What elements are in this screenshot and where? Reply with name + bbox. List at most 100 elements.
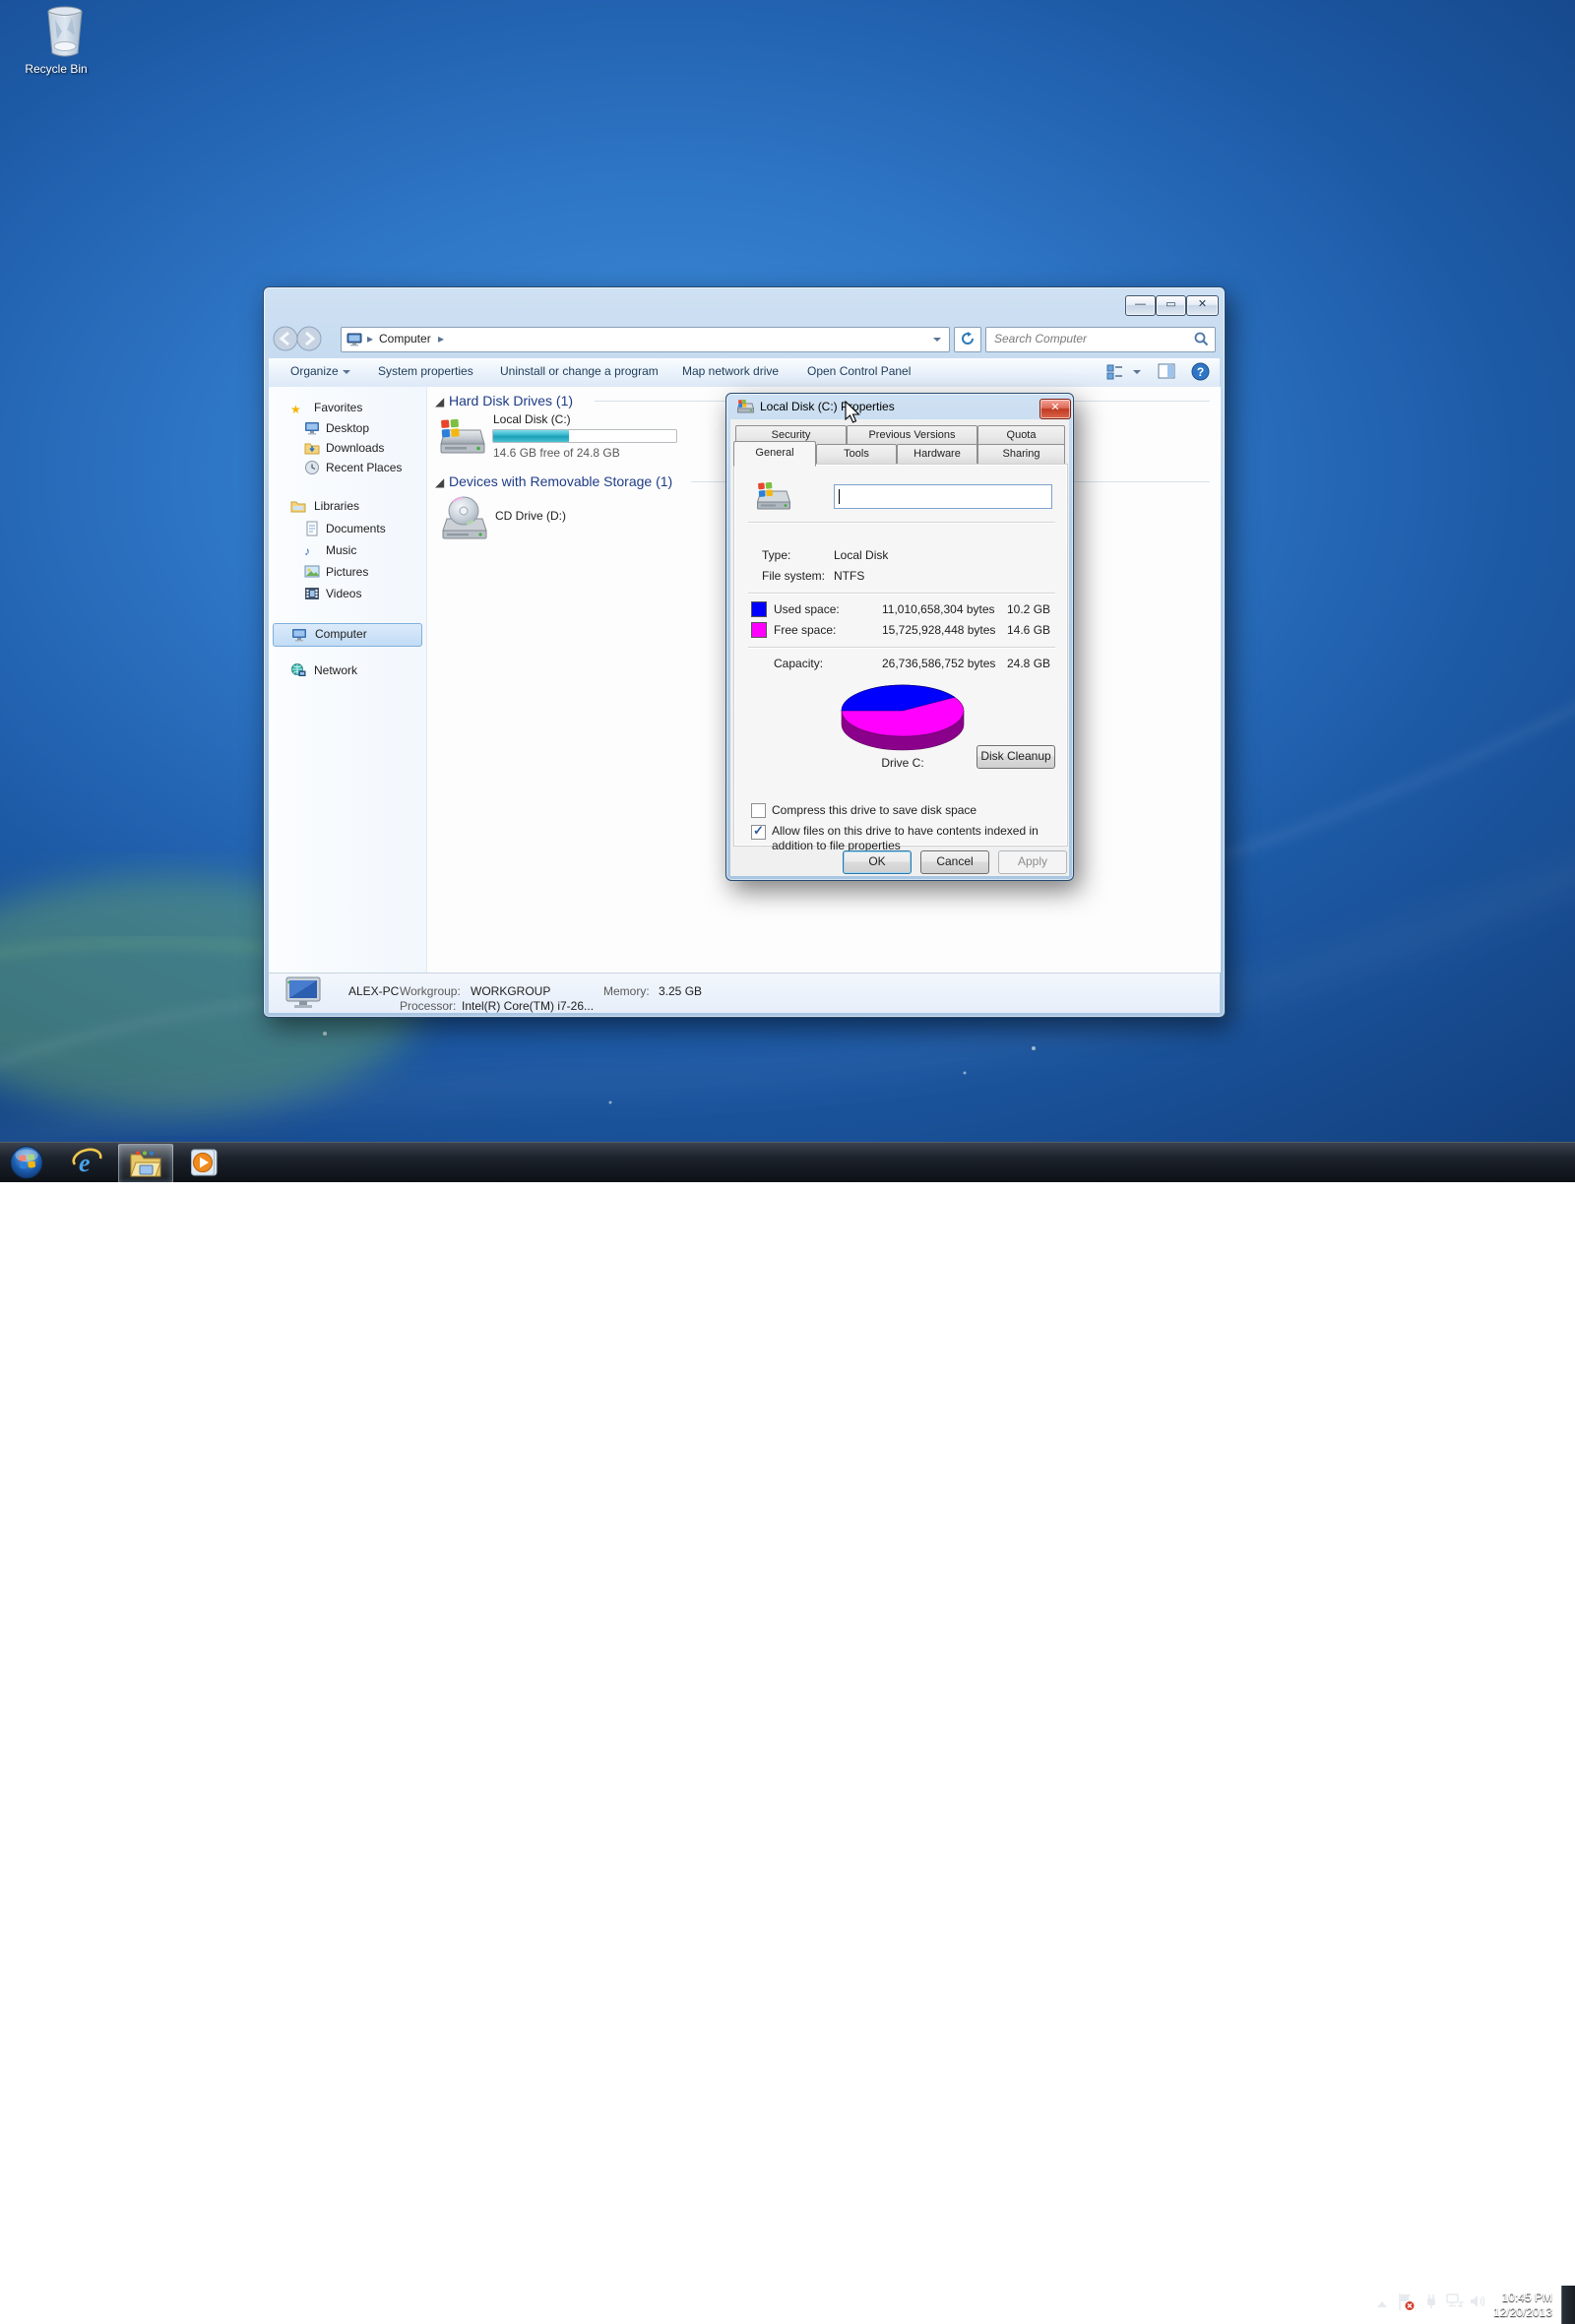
compress-checkbox[interactable] [751, 803, 766, 818]
sidebar-item-videos[interactable]: Videos [269, 584, 431, 603]
capacity-label: Capacity: [774, 657, 823, 670]
computer-large-icon [284, 975, 324, 1012]
tab-quota[interactable]: Quota [977, 425, 1065, 446]
breadcrumb[interactable]: Computer [379, 332, 431, 345]
index-checkbox[interactable] [751, 825, 766, 840]
volume-label-field[interactable] [834, 484, 1052, 509]
sidebar-item-recent-places[interactable]: Recent Places [269, 458, 431, 477]
sidebar-item-favorites[interactable]: ★ Favorites [269, 398, 431, 417]
filesystem-value: NTFS [834, 569, 864, 583]
ok-button[interactable]: OK [843, 850, 912, 874]
open-control-panel-button[interactable]: Open Control Panel [799, 361, 918, 381]
sidebar-item-documents[interactable]: Documents [269, 519, 431, 538]
maximize-button[interactable]: ▭ [1156, 295, 1186, 316]
drive-small-icon [737, 400, 754, 414]
free-space-label: Free space: [774, 623, 836, 637]
dialog-title: Local Disk (C:) Properties [760, 400, 895, 413]
document-icon [304, 521, 320, 536]
recycle-bin-label: Recycle Bin [14, 62, 98, 76]
cd-drive-name: CD Drive (D:) [495, 509, 566, 523]
organize-button[interactable]: Organize [283, 361, 358, 381]
type-value: Local Disk [834, 548, 888, 562]
forward-button[interactable] [296, 326, 322, 354]
forward-icon [296, 326, 322, 351]
sidebar-item-music[interactable]: ♪ Music [269, 540, 431, 560]
tab-previous-versions[interactable]: Previous Versions [847, 425, 977, 446]
drive-icon [756, 482, 791, 512]
clock-time: 10:45 PM [1472, 2291, 1552, 2305]
cd-drive-item[interactable]: CD Drive (D:) [437, 493, 732, 544]
free-space-bytes: 15,725,928,448 bytes [882, 623, 995, 637]
capacity-size: 24.8 GB [1007, 657, 1050, 670]
tab-hardware[interactable]: Hardware [897, 444, 977, 465]
downloads-folder-icon [304, 440, 320, 456]
tab-tools[interactable]: Tools [816, 444, 897, 465]
sidebar-item-pictures[interactable]: Pictures [269, 562, 431, 582]
cancel-button[interactable]: Cancel [920, 850, 989, 874]
taskbar-clock[interactable]: 10:45 PM 12/20/2013 [1472, 2291, 1552, 2320]
computer-icon [346, 332, 362, 347]
taskbar-ie-button[interactable]: e [63, 1144, 112, 1181]
taskbar-explorer-button[interactable] [118, 1144, 173, 1183]
cd-drive-icon [439, 493, 488, 542]
group-header-removable[interactable]: Devices with Removable Storage (1) [449, 473, 672, 489]
group-collapse-icon[interactable]: ◢ [435, 395, 444, 408]
index-label: Allow files on this drive to have conten… [772, 824, 1057, 853]
compress-label: Compress this drive to save disk space [772, 803, 976, 817]
uninstall-program-button[interactable]: Uninstall or change a program [492, 361, 666, 381]
power-plug-icon[interactable] [1422, 2293, 1440, 2310]
taskbar: e 10: [0, 1142, 1575, 1182]
processor-value: Intel(R) Core(TM) i7-26... [462, 999, 594, 1013]
libraries-icon [290, 498, 306, 514]
system-properties-button[interactable]: System properties [370, 361, 481, 381]
recycle-bin-icon [42, 6, 88, 57]
taskbar-media-player-button[interactable] [179, 1144, 228, 1181]
tab-general[interactable]: General [733, 441, 816, 467]
sidebar-item-libraries[interactable]: Libraries [269, 496, 431, 516]
search-box[interactable]: Search Computer [985, 327, 1216, 352]
media-player-icon [188, 1147, 220, 1178]
view-dropdown-icon[interactable] [1133, 370, 1141, 374]
close-button[interactable]: ✕ [1186, 295, 1219, 316]
show-desktop-button[interactable] [1561, 2286, 1575, 2324]
preview-pane-icon[interactable] [1158, 363, 1175, 379]
dialog-close-button[interactable]: ✕ [1040, 399, 1071, 419]
back-button[interactable] [273, 326, 298, 354]
text-caret [839, 489, 840, 504]
change-view-icon[interactable] [1106, 363, 1124, 381]
refresh-button[interactable] [954, 327, 981, 352]
group-header-hdd[interactable]: Hard Disk Drives (1) [449, 393, 573, 408]
recycle-bin[interactable]: Recycle Bin [14, 6, 98, 76]
start-button[interactable] [4, 1144, 49, 1181]
refresh-icon [961, 332, 975, 345]
apply-button[interactable]: Apply [998, 850, 1067, 874]
processor-label: Processor: [400, 999, 456, 1013]
separator [748, 593, 1055, 595]
search-icon[interactable] [1194, 332, 1209, 346]
star-icon: ★ [290, 400, 306, 415]
minimize-button[interactable]: — [1125, 295, 1156, 316]
used-space-bytes: 11,010,658,304 bytes [882, 602, 995, 616]
show-hidden-icons-icon[interactable] [1376, 2300, 1388, 2308]
mouse-cursor [845, 401, 860, 424]
used-space-swatch [751, 601, 767, 617]
svg-text:?: ? [1197, 365, 1204, 379]
memory-value: 3.25 GB [659, 984, 702, 998]
sidebar-item-computer-selected[interactable]: Computer [273, 623, 422, 647]
sidebar-item-downloads[interactable]: Downloads [269, 438, 431, 458]
action-center-flag-icon[interactable] [1398, 2293, 1416, 2312]
map-network-drive-button[interactable]: Map network drive [674, 361, 787, 381]
explorer-folder-icon [130, 1149, 161, 1178]
sidebar-item-desktop[interactable]: Desktop [269, 418, 431, 438]
properties-dialog: Local Disk (C:) Properties ✕ Security Pr… [725, 393, 1074, 881]
disk-cleanup-button[interactable]: Disk Cleanup [976, 745, 1055, 769]
tab-sharing[interactable]: Sharing [977, 444, 1065, 465]
sidebar-item-network[interactable]: Network [269, 660, 431, 680]
address-dropdown-icon[interactable] [933, 338, 941, 342]
group-collapse-icon[interactable]: ◢ [435, 475, 444, 489]
used-space-size: 10.2 GB [1007, 602, 1050, 616]
address-bar[interactable]: ▸ Computer ▸ [341, 327, 950, 352]
workgroup-label: Workgroup: [400, 984, 461, 998]
network-icon[interactable] [1445, 2293, 1465, 2310]
help-icon[interactable]: ? [1191, 362, 1210, 381]
